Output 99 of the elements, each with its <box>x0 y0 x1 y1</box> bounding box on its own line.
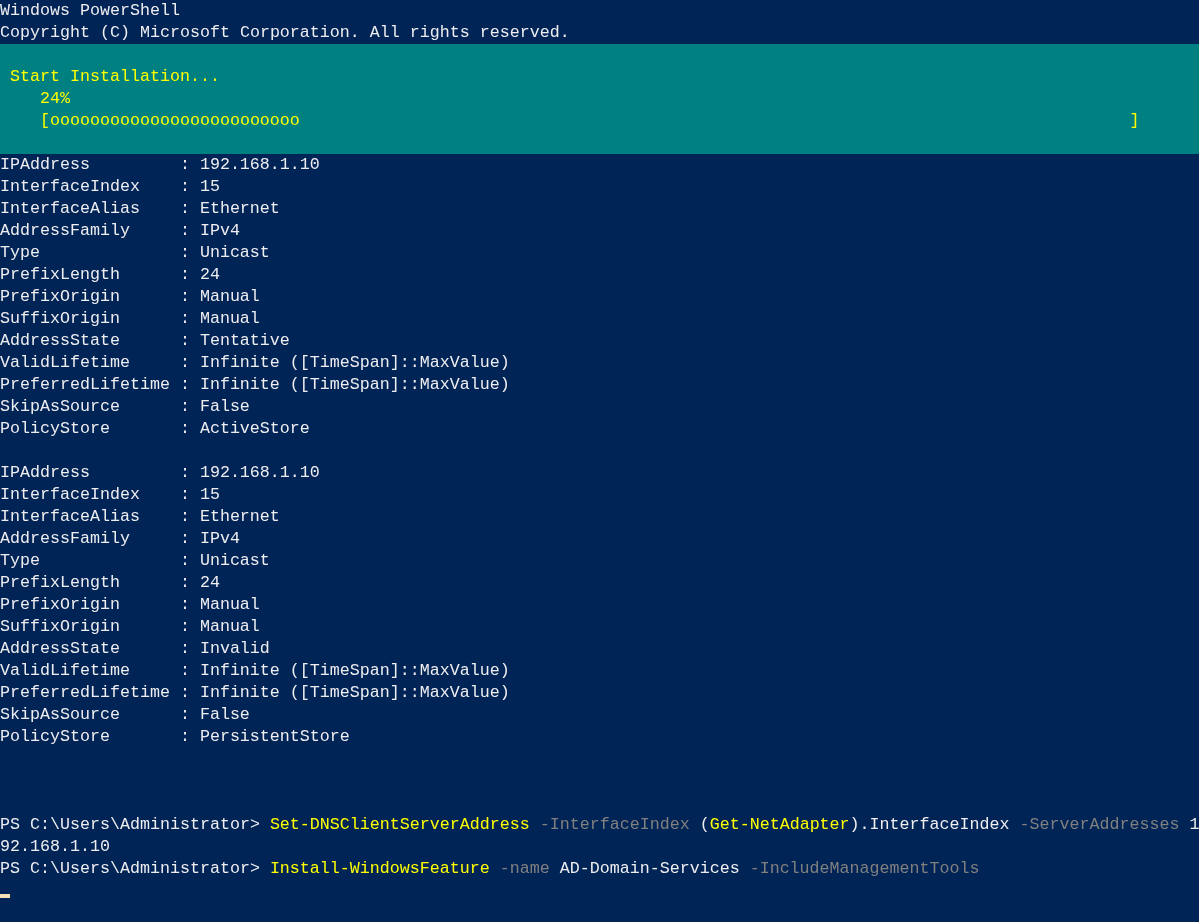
separator-colon: : <box>179 242 190 264</box>
argument-text: ).InterfaceIndex <box>849 814 1010 836</box>
property-name: Type <box>0 242 41 264</box>
progress-fill-text: ooooooooooooooooooooooooo <box>49 110 300 132</box>
property-name: IPAddress <box>0 154 91 176</box>
separator-colon: : <box>179 220 190 242</box>
property-value: 192.168.1.10 <box>199 462 320 484</box>
separator-colon: : <box>179 572 190 594</box>
separator-colon: : <box>179 726 190 748</box>
property-name: PreferredLifetime <box>0 374 171 396</box>
property-value: False <box>199 396 250 418</box>
argument-text: 1 <box>1189 814 1199 836</box>
property-name: PrefixLength <box>0 264 121 286</box>
separator-colon: : <box>179 330 190 352</box>
property-name: ValidLifetime <box>0 352 131 374</box>
property-name: InterfaceAlias <box>0 506 141 528</box>
property-name: AddressFamily <box>0 220 131 242</box>
property-name: AddressState <box>0 330 121 352</box>
property-value: 24 <box>199 264 220 286</box>
property-value: Infinite ([TimeSpan]::MaxValue) <box>199 682 510 704</box>
separator-colon: : <box>179 638 190 660</box>
property-name: InterfaceIndex <box>0 176 141 198</box>
parameter-name: -InterfaceIndex <box>539 814 690 836</box>
property-value: Invalid <box>199 638 270 660</box>
command-name: Set-DNSClientServerAddress <box>269 814 530 836</box>
parameter-name: -ServerAddresses <box>1019 814 1180 836</box>
argument-text: 92.168.1.10 <box>0 836 110 858</box>
separator-colon: : <box>179 682 190 704</box>
property-value: False <box>199 704 250 726</box>
property-value: 192.168.1.10 <box>199 154 320 176</box>
property-name: AddressFamily <box>0 528 131 550</box>
property-value: Manual <box>199 616 260 638</box>
property-name: SkipAsSource <box>0 396 121 418</box>
property-name: Type <box>0 550 41 572</box>
bracket-text: [ <box>39 110 50 132</box>
property-value: IPv4 <box>199 220 240 242</box>
separator-colon: : <box>179 154 190 176</box>
argument-text: AD-Domain-Services <box>559 858 740 880</box>
progress-title: Start Installation... <box>10 66 220 88</box>
separator-colon: : <box>179 484 190 506</box>
separator-colon: : <box>179 286 190 308</box>
property-name: InterfaceAlias <box>0 198 141 220</box>
separator-colon: : <box>179 550 190 572</box>
property-value: Infinite ([TimeSpan]::MaxValue) <box>199 374 510 396</box>
property-value: Unicast <box>199 242 270 264</box>
property-value: ActiveStore <box>199 418 310 440</box>
command-name: Get-NetAdapter <box>709 814 850 836</box>
separator-colon: : <box>179 396 190 418</box>
separator-colon: : <box>179 308 190 330</box>
property-name: PrefixOrigin <box>0 594 121 616</box>
property-value: 24 <box>199 572 220 594</box>
separator-colon: : <box>179 352 190 374</box>
property-name: ValidLifetime <box>0 660 131 682</box>
property-value: Ethernet <box>199 198 280 220</box>
property-name: PrefixLength <box>0 572 121 594</box>
property-name: IPAddress <box>0 462 91 484</box>
separator-colon: : <box>179 616 190 638</box>
separator-colon: : <box>179 660 190 682</box>
separator-colon: : <box>179 594 190 616</box>
property-name: PreferredLifetime <box>0 682 171 704</box>
separator-colon: : <box>179 462 190 484</box>
property-value: Ethernet <box>199 506 280 528</box>
separator-colon: : <box>179 198 190 220</box>
property-name: InterfaceIndex <box>0 484 141 506</box>
parameter-name: -name <box>499 858 550 880</box>
property-value: Unicast <box>199 550 270 572</box>
prompt-text: PS C:\Users\Administrator> <box>0 814 260 836</box>
separator-colon: : <box>179 374 190 396</box>
separator-colon: : <box>179 176 190 198</box>
bracket-text: ] <box>1129 110 1140 132</box>
separator-colon: : <box>179 264 190 286</box>
property-name: PolicyStore <box>0 726 111 748</box>
property-value: Infinite ([TimeSpan]::MaxValue) <box>199 352 510 374</box>
separator-colon: : <box>179 418 190 440</box>
command-name: Install-WindowsFeature <box>269 858 490 880</box>
property-value: Manual <box>199 594 260 616</box>
property-value: Tentative <box>199 330 290 352</box>
property-value: 15 <box>199 176 220 198</box>
header-text: Copyright (C) Microsoft Corporation. All rights reserved. <box>0 22 570 44</box>
property-value: PersistentStore <box>199 726 350 748</box>
property-value: Manual <box>199 286 260 308</box>
property-name: PrefixOrigin <box>0 286 121 308</box>
header-text: Windows PowerShell <box>0 0 180 22</box>
property-name: SkipAsSource <box>0 704 121 726</box>
property-name: AddressState <box>0 638 121 660</box>
progress-percent: 24% <box>39 88 70 110</box>
property-name: SuffixOrigin <box>0 616 121 638</box>
property-name: PolicyStore <box>0 418 111 440</box>
property-value: Infinite ([TimeSpan]::MaxValue) <box>199 660 510 682</box>
prompt-text: PS C:\Users\Administrator> <box>0 858 260 880</box>
property-value: Manual <box>199 308 260 330</box>
property-name: SuffixOrigin <box>0 308 121 330</box>
separator-colon: : <box>179 506 190 528</box>
parameter-name: -IncludeManagementTools <box>749 858 980 880</box>
separator-colon: : <box>179 528 190 550</box>
separator-colon: : <box>179 704 190 726</box>
property-value: IPv4 <box>199 528 240 550</box>
property-value: 15 <box>199 484 220 506</box>
argument-text: ( <box>699 814 710 836</box>
